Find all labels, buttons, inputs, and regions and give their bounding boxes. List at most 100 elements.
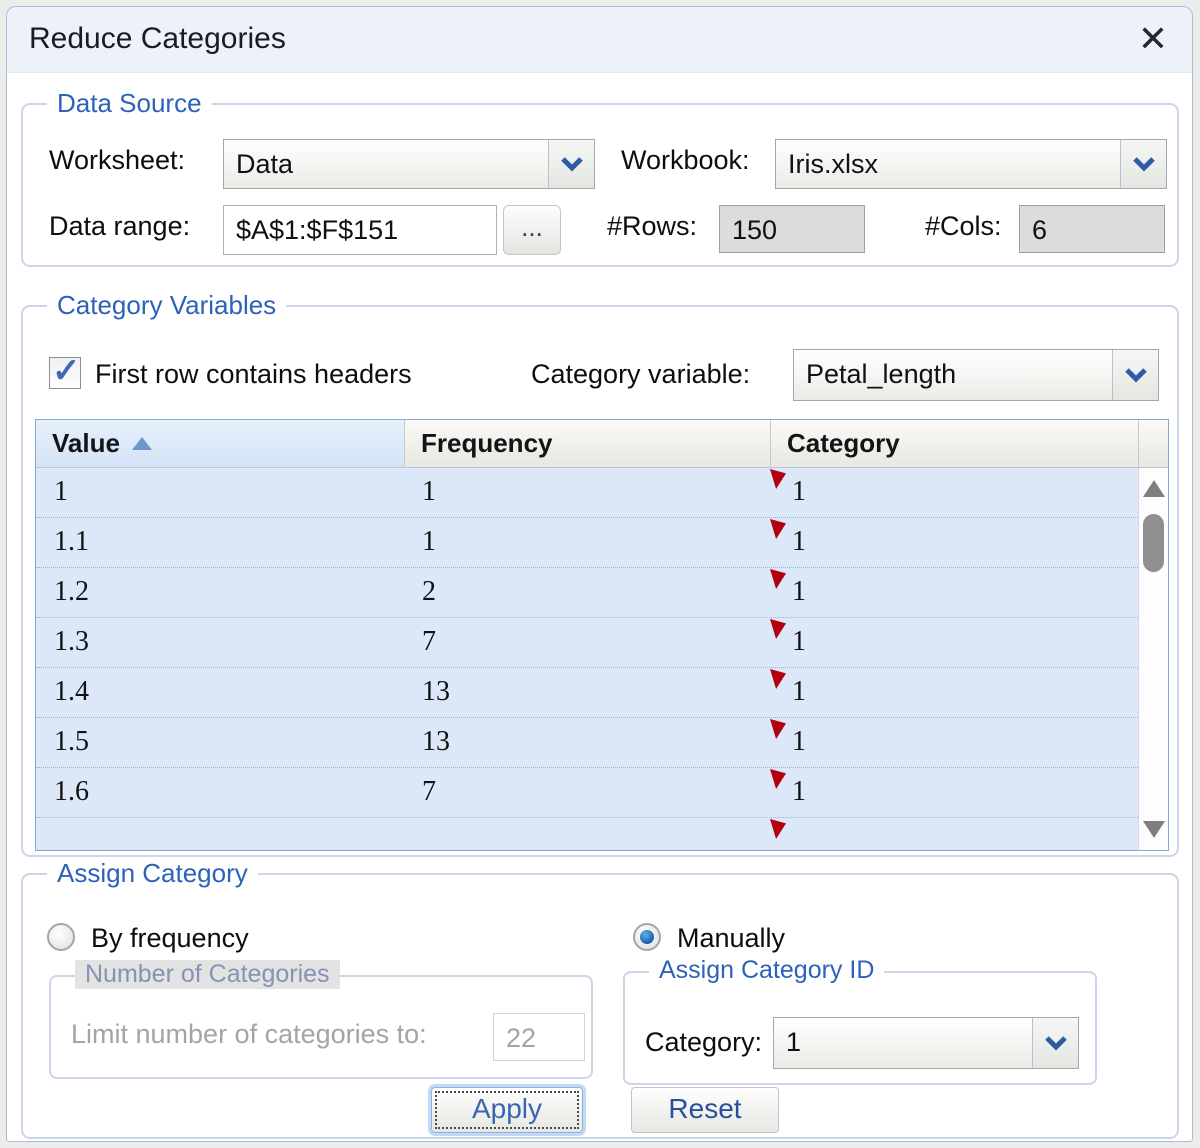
worksheet-dropdown[interactable]: Data <box>223 139 595 189</box>
cell-category[interactable]: 1 <box>770 568 1138 617</box>
category-id-label: Category: <box>645 1027 762 1058</box>
cell-frequency[interactable]: 13 <box>404 668 770 717</box>
table-row[interactable]: 1.2 2 1 <box>36 568 1138 618</box>
chevron-down-icon[interactable] <box>548 140 594 188</box>
assign-category-group: Assign Category By frequency Manually Nu… <box>21 873 1179 1139</box>
category-id-value: 1 <box>774 1018 1032 1068</box>
worksheet-value: Data <box>224 140 548 188</box>
workbook-dropdown[interactable]: Iris.xlsx <box>775 139 1167 189</box>
cell-value[interactable]: 1.2 <box>36 568 404 617</box>
category-variable-value: Petal_length <box>794 350 1112 400</box>
column-header-spacer <box>1138 420 1168 468</box>
cell-category-text: 1 <box>792 526 806 557</box>
manually-radio[interactable] <box>633 923 661 951</box>
cell-category[interactable]: 1 <box>770 718 1138 767</box>
cell-category[interactable]: 1 <box>770 518 1138 567</box>
data-source-legend: Data Source <box>47 88 212 119</box>
cell-frequency[interactable]: 1 <box>404 518 770 567</box>
cell-value[interactable]: 1.4 <box>36 668 404 717</box>
data-source-group: Data Source Worksheet: Data Workbook: Ir… <box>21 103 1179 267</box>
assign-category-id-group: Assign Category ID Category: 1 <box>623 971 1097 1085</box>
column-header-value-label: Value <box>52 428 120 459</box>
column-header-category-label: Category <box>787 428 900 459</box>
scroll-down-icon[interactable] <box>1143 821 1165 838</box>
dialog-titlebar: Reduce Categories ✕ <box>7 7 1192 73</box>
cell-category-text: 1 <box>792 626 806 657</box>
reduce-categories-dialog: Reduce Categories ✕ Data Source Workshee… <box>6 6 1193 1142</box>
table-row[interactable]: 1.3 7 1 <box>36 618 1138 668</box>
column-header-value[interactable]: Value <box>36 420 404 468</box>
edited-cell-marker-icon <box>770 719 786 739</box>
cell-frequency[interactable]: 13 <box>404 718 770 767</box>
cols-field: 6 <box>1019 205 1165 253</box>
by-frequency-radio[interactable] <box>47 923 75 951</box>
by-frequency-label: By frequency <box>91 923 249 954</box>
cell-frequency[interactable]: 2 <box>404 568 770 617</box>
cell-value[interactable]: 1.5 <box>36 718 404 767</box>
table-row[interactable]: 1 1 1 <box>36 468 1138 518</box>
table-row[interactable]: 1.4 13 1 <box>36 668 1138 718</box>
cell-value[interactable]: 1 <box>36 468 404 517</box>
edited-cell-marker-icon <box>770 469 786 489</box>
cell-frequency[interactable] <box>404 818 770 851</box>
edited-cell-marker-icon <box>770 669 786 689</box>
browse-button[interactable]: ... <box>503 205 561 255</box>
cell-value[interactable]: 1.1 <box>36 518 404 567</box>
number-of-categories-legend: Number of Categories <box>75 960 340 989</box>
cell-category[interactable]: 1 <box>770 668 1138 717</box>
workbook-value: Iris.xlsx <box>776 140 1120 188</box>
chevron-down-icon[interactable] <box>1120 140 1166 188</box>
data-range-label: Data range: <box>49 211 190 242</box>
scroll-up-icon[interactable] <box>1143 480 1165 497</box>
cell-value[interactable] <box>36 818 404 851</box>
table-row[interactable]: 1.5 13 1 <box>36 718 1138 768</box>
cell-frequency[interactable]: 1 <box>404 468 770 517</box>
reset-button[interactable]: Reset <box>631 1087 779 1133</box>
edited-cell-marker-icon <box>770 569 786 589</box>
column-header-frequency[interactable]: Frequency <box>404 420 770 468</box>
first-row-checkbox-label: First row contains headers <box>95 359 412 390</box>
chevron-down-icon[interactable] <box>1032 1018 1078 1068</box>
cell-category-text: 1 <box>792 576 806 607</box>
column-header-category[interactable]: Category <box>770 420 1138 468</box>
category-variables-group: Category Variables First row contains he… <box>21 305 1179 857</box>
scroll-thumb[interactable] <box>1143 514 1164 572</box>
table-body: 1 1 1 1.1 1 1 1.2 2 1 1.3 7 1 1.4 13 <box>36 468 1138 850</box>
rows-field: 150 <box>719 205 865 253</box>
workbook-label: Workbook: <box>621 145 750 176</box>
table-row[interactable]: 1.6 7 1 <box>36 768 1138 818</box>
category-variables-legend: Category Variables <box>47 290 286 321</box>
cell-frequency[interactable]: 7 <box>404 768 770 817</box>
cell-category[interactable]: 1 <box>770 468 1138 517</box>
category-id-dropdown[interactable]: 1 <box>773 1017 1079 1069</box>
edited-cell-marker-icon <box>770 769 786 789</box>
cell-value[interactable]: 1.3 <box>36 618 404 667</box>
table-row[interactable] <box>36 818 1138 851</box>
dialog-title: Reduce Categories <box>29 22 286 56</box>
cell-category-text: 1 <box>792 726 806 757</box>
cell-category[interactable] <box>770 818 1138 851</box>
cell-category-text: 1 <box>792 476 806 507</box>
limit-categories-field: 22 <box>493 1013 585 1061</box>
data-range-input[interactable]: $A$1:$F$151 <box>223 205 497 255</box>
cell-value[interactable]: 1.6 <box>36 768 404 817</box>
category-variable-dropdown[interactable]: Petal_length <box>793 349 1159 401</box>
cell-category[interactable]: 1 <box>770 618 1138 667</box>
table-row[interactable]: 1.1 1 1 <box>36 518 1138 568</box>
column-header-frequency-label: Frequency <box>421 428 553 459</box>
cell-category-text: 1 <box>792 676 806 707</box>
cell-category[interactable]: 1 <box>770 768 1138 817</box>
cell-frequency[interactable]: 7 <box>404 618 770 667</box>
first-row-checkbox[interactable] <box>49 357 81 389</box>
sort-ascending-icon <box>132 437 152 450</box>
apply-button[interactable]: Apply <box>431 1087 583 1133</box>
table-scrollbar[interactable] <box>1138 468 1168 850</box>
table-header: Value Frequency Category <box>36 420 1168 468</box>
close-icon[interactable]: ✕ <box>1138 19 1168 59</box>
frequency-table: Value Frequency Category 1 1 1 1.1 1 <box>35 419 1169 851</box>
chevron-down-icon[interactable] <box>1112 350 1158 400</box>
manually-label: Manually <box>677 923 785 954</box>
number-of-categories-group: Number of Categories Limit number of cat… <box>49 975 593 1079</box>
category-variable-label: Category variable: <box>531 359 750 390</box>
cell-category-text: 1 <box>792 776 806 807</box>
